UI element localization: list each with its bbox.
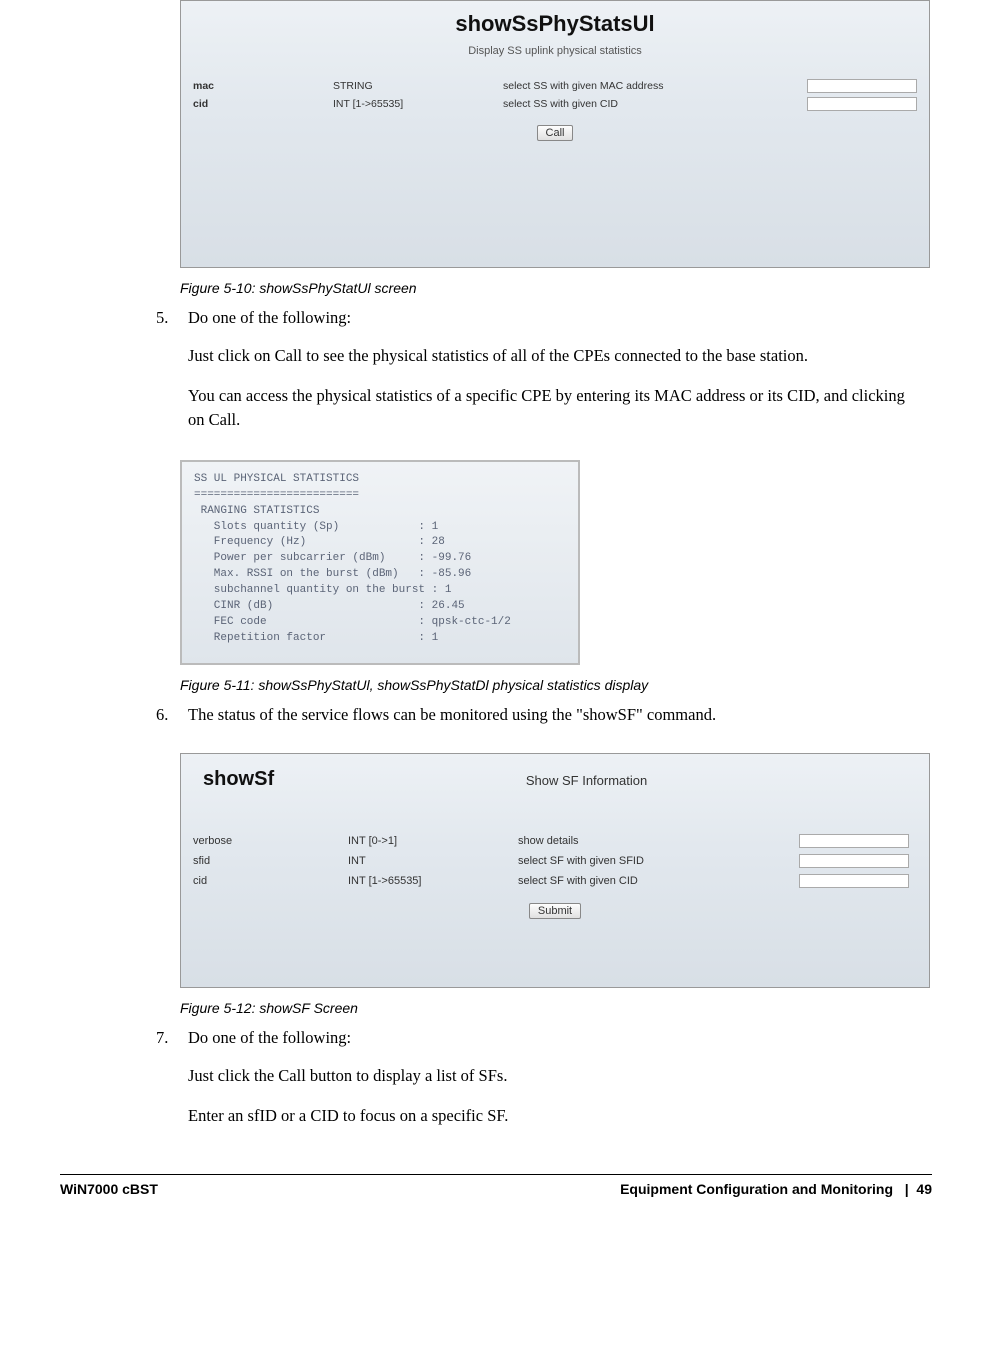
paragraph: You can access the physical statistics o… (188, 384, 932, 448)
step-number: 6. (156, 703, 188, 727)
panel1-button-row: Call (181, 113, 929, 153)
submit-button[interactable]: Submit (529, 903, 581, 919)
panel3-subtitle: Show SF Information (274, 773, 899, 788)
param-type: INT [0->1] (348, 835, 518, 847)
figure-caption-5-12: Figure 5-12: showSF Screen (180, 996, 932, 1026)
panel3-row-sfid: sfid INT select SF with given SFID (181, 851, 929, 871)
panel3-row-cid: cid INT [1->65535] select SF with given … (181, 871, 929, 891)
step-5: 5. Do one of the following: (156, 306, 932, 344)
param-name: mac (193, 80, 333, 92)
param-type: INT [1->65535] (333, 98, 503, 110)
param-type: STRING (333, 80, 503, 92)
param-name: verbose (193, 835, 348, 847)
panel1-row-cid: cid INT [1->65535] select SS with given … (181, 95, 929, 113)
showssphystatsul-panel: showSsPhyStatsUl Display SS uplink physi… (180, 0, 930, 268)
sfid-input[interactable] (799, 854, 909, 868)
panel1-subtitle: Display SS uplink physical statistics (181, 37, 929, 77)
param-desc: select SS with given MAC address (503, 80, 807, 92)
param-desc: select SF with given SFID (518, 855, 799, 867)
showsf-panel: showSf Show SF Information verbose INT [… (180, 753, 930, 988)
param-desc: select SS with given CID (503, 98, 807, 110)
step-text: Do one of the following: (188, 306, 932, 330)
footer-section: Equipment Configuration and Monitoring (620, 1181, 893, 1197)
param-desc: show details (518, 835, 799, 847)
showsf-header: showSf Show SF Information (181, 754, 929, 813)
param-name: cid (193, 875, 348, 887)
paragraph: Just click on Call to see the physical s… (188, 344, 932, 384)
footer-page: 49 (916, 1181, 932, 1197)
panel1-title: showSsPhyStatsUl (181, 1, 929, 37)
step-6: 6. The status of the service flows can b… (156, 703, 932, 741)
param-name: cid (193, 98, 333, 110)
paragraph: Enter an sfID or a CID to focus on a spe… (188, 1104, 932, 1144)
mac-input[interactable] (807, 79, 917, 93)
footer-right: Equipment Configuration and Monitoring |… (158, 1181, 932, 1197)
panel3-button-row: Submit (181, 891, 929, 931)
step-number: 7. (156, 1026, 188, 1050)
footer-product: WiN7000 cBST (60, 1181, 158, 1197)
panel3-title: showSf (203, 768, 274, 791)
footer-sep: | (905, 1181, 909, 1197)
cid-input-sf[interactable] (799, 874, 909, 888)
step-text: The status of the service flows can be m… (188, 703, 932, 727)
paragraph: Just click the Call button to display a … (188, 1064, 932, 1104)
panel3-row-verbose: verbose INT [0->1] show details (181, 831, 929, 851)
page-footer: WiN7000 cBST Equipment Configuration and… (60, 1174, 932, 1197)
step-7: 7. Do one of the following: (156, 1026, 932, 1064)
verbose-input[interactable] (799, 834, 909, 848)
param-desc: select SF with given CID (518, 875, 799, 887)
step-number: 5. (156, 306, 188, 330)
panel1-row-mac: mac STRING select SS with given MAC addr… (181, 77, 929, 95)
figure-caption-5-11: Figure 5-11: showSsPhyStatUl, showSsPhyS… (180, 673, 932, 703)
cid-input[interactable] (807, 97, 917, 111)
param-name: sfid (193, 855, 348, 867)
physical-stats-terminal: SS UL PHYSICAL STATISTICS ==============… (180, 460, 580, 665)
call-button[interactable]: Call (537, 125, 574, 141)
param-type: INT [1->65535] (348, 875, 518, 887)
param-type: INT (348, 855, 518, 867)
step-text: Do one of the following: (188, 1026, 932, 1050)
figure-caption-5-10: Figure 5-10: showSsPhyStatUl screen (180, 276, 932, 306)
